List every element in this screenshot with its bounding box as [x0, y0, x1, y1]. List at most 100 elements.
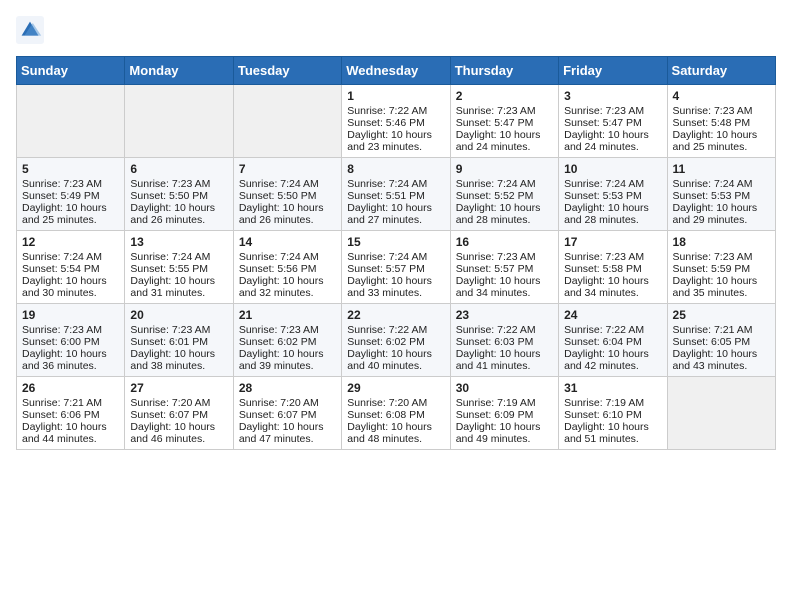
daylight-text: Daylight: 10 hours and 34 minutes. — [564, 275, 649, 299]
calendar-cell: 3Sunrise: 7:23 AMSunset: 5:47 PMDaylight… — [559, 85, 667, 158]
daylight-text: Daylight: 10 hours and 31 minutes. — [130, 275, 215, 299]
daylight-text: Daylight: 10 hours and 27 minutes. — [347, 202, 432, 226]
day-number: 18 — [673, 235, 770, 249]
sunrise-text: Sunrise: 7:23 AM — [456, 251, 536, 263]
sunrise-text: Sunrise: 7:24 AM — [130, 251, 210, 263]
sunset-text: Sunset: 5:57 PM — [347, 263, 425, 275]
sunset-text: Sunset: 5:54 PM — [22, 263, 100, 275]
sunset-text: Sunset: 6:07 PM — [239, 409, 317, 421]
sunset-text: Sunset: 6:01 PM — [130, 336, 208, 348]
daylight-text: Daylight: 10 hours and 30 minutes. — [22, 275, 107, 299]
sunrise-text: Sunrise: 7:22 AM — [564, 324, 644, 336]
header-sunday: Sunday — [17, 57, 125, 85]
sunrise-text: Sunrise: 7:22 AM — [347, 324, 427, 336]
day-number: 8 — [347, 162, 444, 176]
day-number: 17 — [564, 235, 661, 249]
calendar-cell: 11Sunrise: 7:24 AMSunset: 5:53 PMDayligh… — [667, 158, 775, 231]
page-header — [16, 16, 776, 44]
calendar-cell: 28Sunrise: 7:20 AMSunset: 6:07 PMDayligh… — [233, 377, 341, 450]
day-number: 3 — [564, 89, 661, 103]
day-number: 28 — [239, 381, 336, 395]
daylight-text: Daylight: 10 hours and 28 minutes. — [564, 202, 649, 226]
daylight-text: Daylight: 10 hours and 48 minutes. — [347, 421, 432, 445]
daylight-text: Daylight: 10 hours and 41 minutes. — [456, 348, 541, 372]
calendar-cell — [667, 377, 775, 450]
sunset-text: Sunset: 5:51 PM — [347, 190, 425, 202]
daylight-text: Daylight: 10 hours and 49 minutes. — [456, 421, 541, 445]
sunrise-text: Sunrise: 7:21 AM — [22, 397, 102, 409]
sunrise-text: Sunrise: 7:23 AM — [239, 324, 319, 336]
calendar-week-row: 1Sunrise: 7:22 AMSunset: 5:46 PMDaylight… — [17, 85, 776, 158]
day-number: 2 — [456, 89, 553, 103]
sunset-text: Sunset: 6:02 PM — [239, 336, 317, 348]
daylight-text: Daylight: 10 hours and 40 minutes. — [347, 348, 432, 372]
sunset-text: Sunset: 5:47 PM — [564, 117, 642, 129]
sunrise-text: Sunrise: 7:19 AM — [456, 397, 536, 409]
sunset-text: Sunset: 5:53 PM — [673, 190, 751, 202]
sunset-text: Sunset: 6:09 PM — [456, 409, 534, 421]
sunrise-text: Sunrise: 7:24 AM — [456, 178, 536, 190]
calendar-cell: 18Sunrise: 7:23 AMSunset: 5:59 PMDayligh… — [667, 231, 775, 304]
sunset-text: Sunset: 5:55 PM — [130, 263, 208, 275]
calendar-cell: 17Sunrise: 7:23 AMSunset: 5:58 PMDayligh… — [559, 231, 667, 304]
daylight-text: Daylight: 10 hours and 24 minutes. — [564, 129, 649, 153]
daylight-text: Daylight: 10 hours and 32 minutes. — [239, 275, 324, 299]
sunset-text: Sunset: 5:50 PM — [130, 190, 208, 202]
sunrise-text: Sunrise: 7:24 AM — [347, 178, 427, 190]
day-number: 20 — [130, 308, 227, 322]
calendar-cell: 8 Sunrise: 7:24 AMSunset: 5:51 PMDaylight… — [342, 158, 450, 231]
day-number: 26 — [22, 381, 119, 395]
day-number: 13 — [130, 235, 227, 249]
calendar-cell: 12Sunrise: 7:24 AMSunset: 5:54 PMDayligh… — [17, 231, 125, 304]
sunrise-text: Sunrise: 7:21 AM — [673, 324, 753, 336]
sunrise-text: Sunrise: 7:22 AM — [456, 324, 536, 336]
calendar-cell: 16Sunrise: 7:23 AMSunset: 5:57 PMDayligh… — [450, 231, 558, 304]
sunset-text: Sunset: 5:53 PM — [564, 190, 642, 202]
sunrise-text: Sunrise: 7:24 AM — [564, 178, 644, 190]
day-number: 11 — [673, 162, 770, 176]
calendar-cell: 31Sunrise: 7:19 AMSunset: 6:10 PMDayligh… — [559, 377, 667, 450]
day-number: 30 — [456, 381, 553, 395]
sunrise-text: Sunrise: 7:22 AM — [347, 105, 427, 117]
logo — [16, 16, 48, 44]
sunrise-text: Sunrise: 7:20 AM — [347, 397, 427, 409]
sunset-text: Sunset: 5:49 PM — [22, 190, 100, 202]
day-number: 1 — [347, 89, 444, 103]
calendar-cell: 19Sunrise: 7:23 AMSunset: 6:00 PMDayligh… — [17, 304, 125, 377]
calendar-cell: 9Sunrise: 7:24 AMSunset: 5:52 PMDaylight… — [450, 158, 558, 231]
calendar-cell: 22Sunrise: 7:22 AMSunset: 6:02 PMDayligh… — [342, 304, 450, 377]
sunset-text: Sunset: 6:04 PM — [564, 336, 642, 348]
sunset-text: Sunset: 5:56 PM — [239, 263, 317, 275]
daylight-text: Daylight: 10 hours and 38 minutes. — [130, 348, 215, 372]
sunrise-text: Sunrise: 7:24 AM — [347, 251, 427, 263]
sunrise-text: Sunrise: 7:23 AM — [673, 251, 753, 263]
calendar-cell: 20Sunrise: 7:23 AMSunset: 6:01 PMDayligh… — [125, 304, 233, 377]
calendar-week-row: 26 Sunrise: 7:21 AMSunset: 6:06 PM Dayligh… — [17, 377, 776, 450]
sunset-text: Sunset: 5:50 PM — [239, 190, 317, 202]
sunrise-text: Sunrise: 7:20 AM — [239, 397, 319, 409]
daylight-text: Daylight: 10 hours and 46 minutes. — [130, 421, 215, 445]
day-number: 14 — [239, 235, 336, 249]
sunset-text: Sunset: 6:10 PM — [564, 409, 642, 421]
sunset-text: Sunset: 5:47 PM — [456, 117, 534, 129]
sunrise-text: Sunrise: 7:23 AM — [130, 178, 210, 190]
calendar-cell: 4Sunrise: 7:23 AMSunset: 5:48 PMDaylight… — [667, 85, 775, 158]
daylight-text: Daylight: 10 hours and 43 minutes. — [673, 348, 758, 372]
sunrise-text: Sunrise: 7:19 AM — [564, 397, 644, 409]
calendar-cell: 23Sunrise: 7:22 AMSunset: 6:03 PMDayligh… — [450, 304, 558, 377]
calendar-cell: 27Sunrise: 7:20 AMSunset: 6:07 PMDayligh… — [125, 377, 233, 450]
sunrise-text: Sunrise: 7:23 AM — [673, 105, 753, 117]
sunset-text: Sunset: 6:06 PM — [22, 409, 100, 421]
calendar-cell: 14 Sunrise: 7:24 AMSunset: 5:56 PMDayligh… — [233, 231, 341, 304]
header-saturday: Saturday — [667, 57, 775, 85]
day-number: 9 — [456, 162, 553, 176]
header-friday: Friday — [559, 57, 667, 85]
day-number: 10 — [564, 162, 661, 176]
sunrise-text: Sunrise: 7:24 AM — [239, 251, 319, 263]
daylight-text: Daylight: 10 hours and 25 minutes. — [673, 129, 758, 153]
calendar-cell: 1Sunrise: 7:22 AMSunset: 5:46 PMDaylight… — [342, 85, 450, 158]
sunrise-text: Sunrise: 7:20 AM — [130, 397, 210, 409]
calendar-cell: 7Sunrise: 7:24 AMSunset: 5:50 PMDaylight… — [233, 158, 341, 231]
daylight-text: Daylight: 10 hours and 26 minutes. — [130, 202, 215, 226]
calendar-cell: 30 Sunrise: 7:19 AMSunset: 6:09 PMDayligh… — [450, 377, 558, 450]
